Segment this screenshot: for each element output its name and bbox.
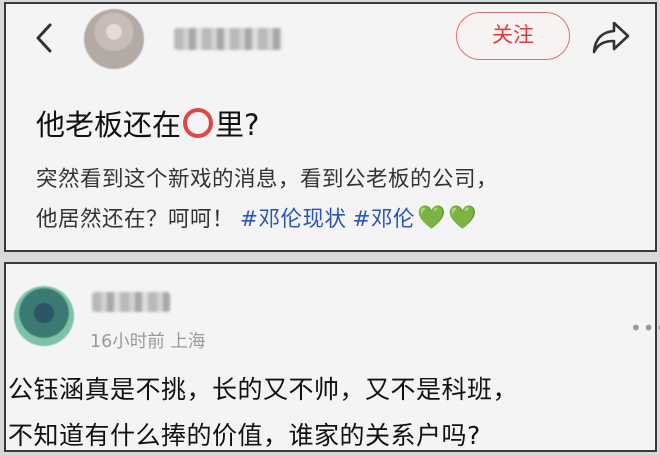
hashtag-link[interactable]: #邓伦 <box>353 202 416 233</box>
chevron-left-icon <box>36 23 52 53</box>
comment-card: 16小时前 上海 ••• 公钰涵真是不挑，长的又不帅，又不是科班， 不知道有什么… <box>4 262 660 452</box>
post-title: 他老板还在 里? <box>36 102 259 144</box>
post-title-suffix: 里? <box>215 108 260 142</box>
commenter-name-blurred[interactable] <box>92 292 170 312</box>
comment-text-line: 不知道有什么捧的价值，谁家的关系户吗? <box>8 421 481 450</box>
comment-text-line: 公钰涵真是不挑，长的又不帅，又不是科班， <box>8 375 519 404</box>
follow-button[interactable]: 关注 <box>456 12 570 60</box>
hashtag-link[interactable]: #邓伦现状 <box>240 202 347 233</box>
share-button[interactable] <box>590 19 632 57</box>
green-heart-icon: 💚 <box>448 205 478 231</box>
author-name-blurred[interactable] <box>174 28 282 50</box>
share-arrow-icon <box>592 21 630 54</box>
post-body-line: 突然看到这个新戏的消息，看到公老板的公司， <box>36 167 499 192</box>
author-avatar[interactable] <box>84 9 144 69</box>
post-body-text: 他居然还在？呵呵！ <box>36 207 235 232</box>
more-dots-icon[interactable]: ••• <box>630 316 660 340</box>
post-body-line: 他居然还在？呵呵！ #邓伦现状 #邓伦 💚 💚 <box>36 202 477 233</box>
back-button[interactable] <box>28 20 64 56</box>
post-card: 关注 他老板还在 里? 突然看到这个新戏的消息，看到公老板的公司， 他居然还在？… <box>4 2 657 252</box>
comment-meta: 16小时前 上海 <box>90 332 206 352</box>
commenter-avatar[interactable] <box>14 286 74 346</box>
green-heart-icon: 💚 <box>417 205 447 231</box>
red-circle-icon <box>183 108 214 138</box>
post-title-text: 他老板还在 <box>36 108 182 142</box>
